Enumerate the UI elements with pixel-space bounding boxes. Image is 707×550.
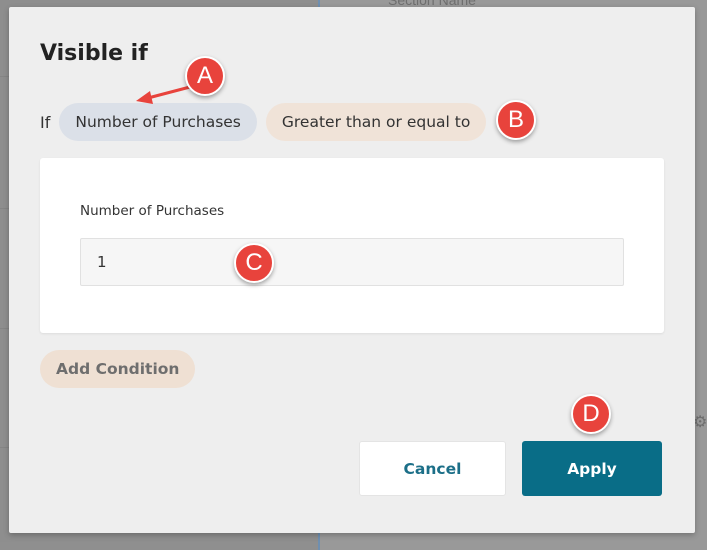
value-field-label: Number of Purchases [80,203,225,219]
callout-a: A [185,56,225,96]
visible-if-dialog: Visible if If Number of Purchases Greate… [9,7,695,533]
if-label: If [40,112,51,132]
condition-value-card: Number of Purchases [40,158,664,333]
gear-icon: ⚙ [693,414,707,431]
operator-selector-pill[interactable]: Greater than or equal to [265,103,487,141]
add-condition-button[interactable]: Add Condition [40,350,196,388]
field-selector-pill[interactable]: Number of Purchases [59,103,257,141]
callout-c: C [234,243,274,283]
condition-row: If Number of Purchases Greater than or e… [40,103,495,141]
value-input[interactable] [80,238,624,286]
cancel-button[interactable]: Cancel [359,441,506,496]
callout-d: D [571,394,611,434]
dialog-title: Visible if [40,41,148,66]
callout-b: B [496,100,536,140]
apply-button[interactable]: Apply [522,441,662,496]
